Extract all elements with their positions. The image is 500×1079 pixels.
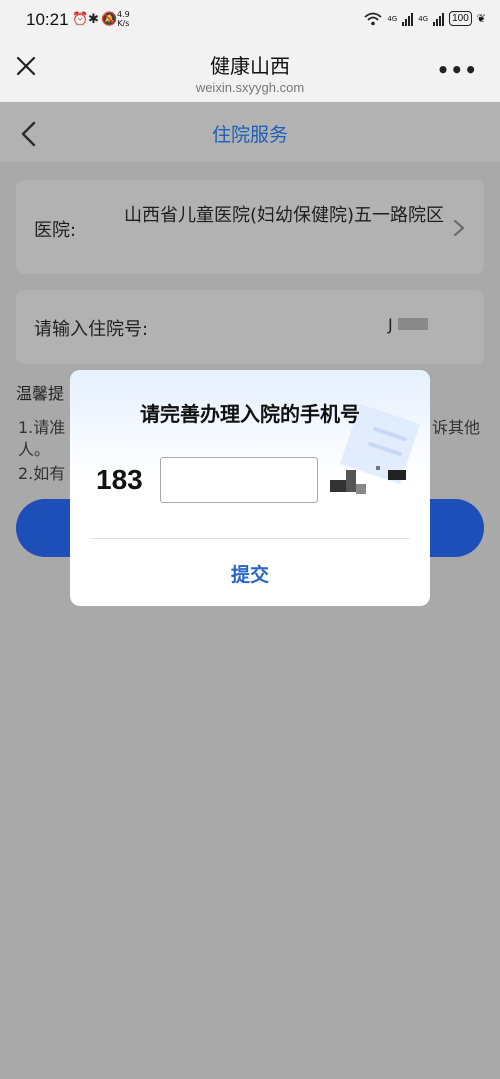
network-type-2: 4G [418,14,429,23]
status-time: 10:21 [26,10,69,29]
wechat-domain: weixin.sxyygh.com [195,80,305,95]
tip-line1-start: 1.请准 [18,418,66,437]
submit-button[interactable]: 提交 [70,560,430,587]
dialog-divider [90,538,410,539]
wechat-page-title: 健康山西 [210,54,290,78]
status-bar: 10:21 ⏰ ✱ 🔕 4.9 K/s 4G 4G 100 ❦ [0,0,500,40]
speed-unit: K/s [117,19,130,28]
phone-dialog: 请完善办理入院的手机号 183 提交 [70,370,430,606]
mute-bell-icon: 🔕 [101,12,118,27]
signal-icon-1 [402,12,414,26]
leaf-icon: ❦ [476,12,486,25]
more-options-icon[interactable]: ••• [437,58,478,82]
hospital-label: 医院: [34,220,77,241]
page-nav-bar: 住院服务 [0,102,500,162]
inpatient-value[interactable]: J [388,315,393,334]
masked-phone-part-2 [346,470,356,492]
masked-phone-part-3 [356,484,366,494]
inpatient-label: 请输入住院号: [34,319,149,340]
wechat-title-bar: 健康山西 weixin.sxyygh.com ••• [0,40,500,102]
phone-prefix: 183 [96,464,143,495]
hospital-value: 山西省儿童医院(妇幼保健院)五一路院区 [123,205,444,226]
phone-input[interactable] [160,457,318,503]
masked-phone-part-5 [388,470,406,480]
dialog-title: 请完善办理入院的手机号 [140,402,360,426]
signal-icon-2 [433,12,445,26]
network-speed: 4.9 K/s [117,10,130,28]
network-type-1: 4G [387,14,398,23]
tips-title: 温馨提 [16,384,65,403]
alarm-icon: ⏰ [72,12,89,27]
bluetooth-icon: ✱ [88,12,99,27]
tip-line2-start: 2.如有 [18,464,66,483]
page-title: 住院服务 [211,124,288,146]
chevron-right-icon [454,220,465,236]
speed-value: 4.9 [117,10,130,19]
wifi-icon [364,12,382,25]
tip-line1-end: 诉其他 [432,418,481,437]
tip-line1-wrap: 人。 [18,440,51,459]
battery-icon: 100 [449,11,472,26]
masked-phone-part-4 [376,466,380,470]
status-right-icons: 4G 4G 100 ❦ [364,11,486,26]
masked-inpatient-number [398,318,428,330]
